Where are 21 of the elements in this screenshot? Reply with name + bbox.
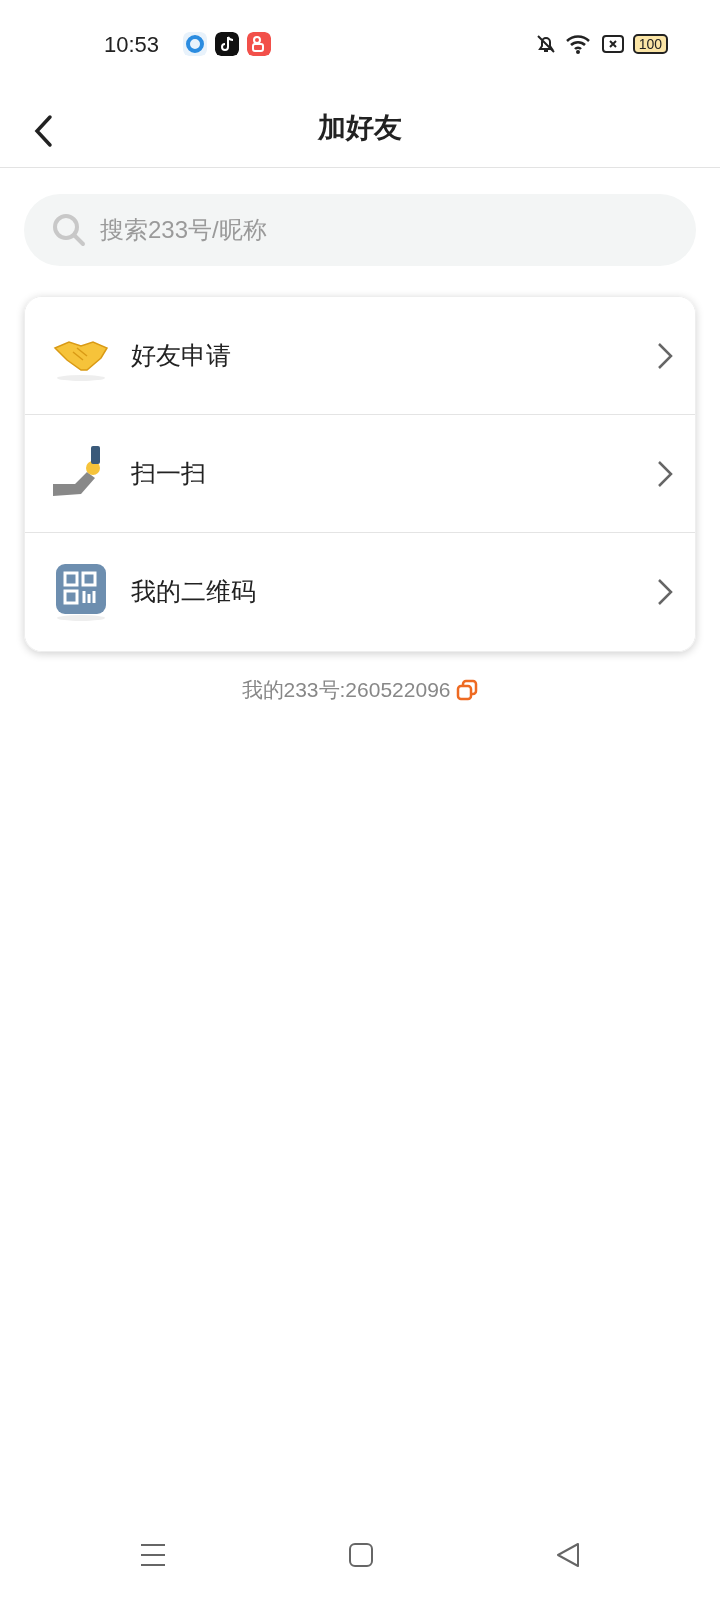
battery-level: 100 (632, 34, 668, 54)
copy-icon[interactable] (454, 677, 479, 702)
my-id-text: 我的233号:260522096 (241, 677, 451, 703)
menu-item[interactable]: 好友申请 (25, 297, 695, 415)
chevron-right-icon (655, 340, 675, 371)
menu-icon[interactable] (138, 1542, 167, 1568)
music-note-icon (215, 32, 240, 56)
status-time: 10:53 (104, 30, 160, 59)
sim-off-icon (600, 34, 625, 54)
chevron-right-icon (655, 458, 675, 489)
back-icon[interactable] (555, 1542, 582, 1568)
menu-item[interactable]: 扫一扫 (25, 415, 695, 533)
chevron-right-icon (655, 577, 675, 607)
search-field[interactable]: 搜索233号/昵称 (24, 194, 696, 266)
bell-off-icon (534, 33, 557, 55)
search-icon (52, 213, 86, 247)
app-icon (247, 32, 272, 56)
page-title: 加好友 (318, 110, 402, 145)
menu-item[interactable]: 我的二维码 (25, 533, 695, 651)
home-icon[interactable] (348, 1542, 374, 1568)
app-icon (183, 32, 208, 56)
